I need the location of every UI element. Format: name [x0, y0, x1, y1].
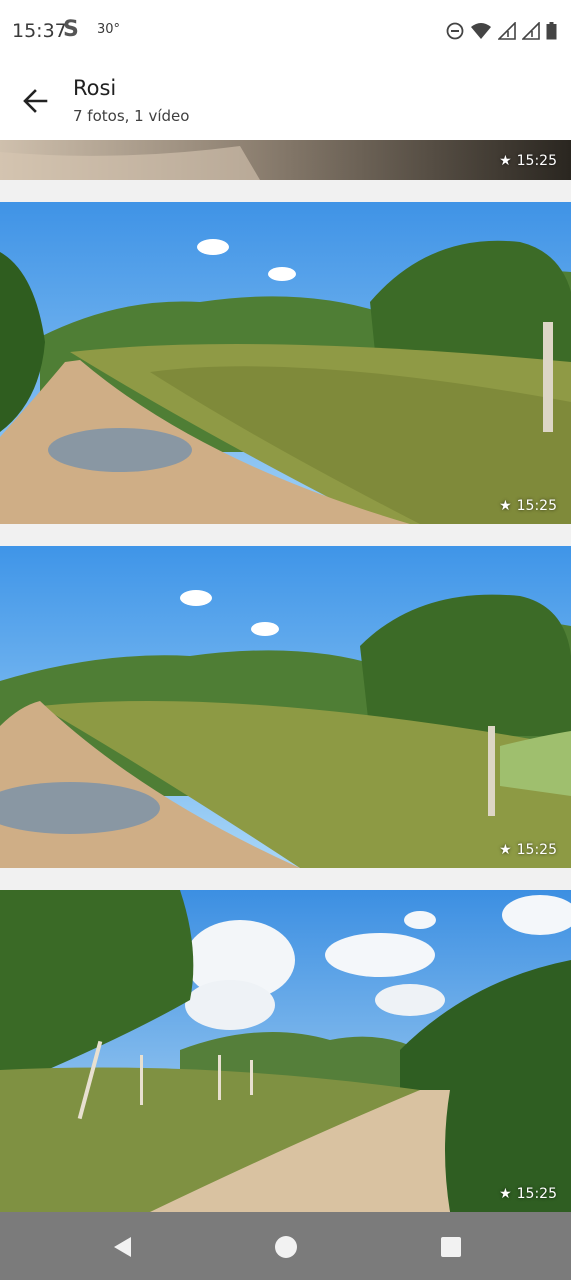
photo-thumbnail [0, 202, 571, 524]
album-subtitle: 7 fotos, 1 vídeo [73, 107, 190, 125]
app-notification-icon: S [63, 17, 79, 42]
status-time: 15:37 [12, 20, 67, 42]
photo-timestamp: ★ 15:25 [499, 153, 557, 169]
signal-icon [498, 22, 516, 40]
photo-gallery: ★ 15:25 ★ 15:25 ★ 15:25 ★ 15:25 [0, 140, 571, 1212]
do-not-disturb-icon [446, 22, 464, 40]
wifi-icon [471, 23, 491, 39]
photo-item[interactable]: ★ 15:25 [0, 546, 571, 868]
album-title: Rosi [73, 76, 117, 100]
recents-square-icon[interactable] [438, 1234, 464, 1260]
back-triangle-icon[interactable] [110, 1234, 136, 1260]
signal-icon [522, 22, 540, 40]
photo-timestamp: ★ 15:25 [499, 1186, 557, 1202]
star-icon: ★ [499, 1186, 512, 1202]
photo-timestamp: ★ 15:25 [499, 842, 557, 858]
system-nav-bar [0, 1212, 571, 1280]
app-bar: Rosi 7 fotos, 1 vídeo [0, 62, 571, 140]
photo-item[interactable]: ★ 15:25 [0, 890, 571, 1212]
photo-time-label: 15:25 [516, 153, 557, 169]
star-icon: ★ [499, 153, 512, 169]
photo-thumbnail [0, 890, 571, 1212]
status-bar: 15:37 S 30° [0, 0, 571, 62]
photo-time-label: 15:25 [516, 498, 557, 514]
battery-icon [546, 22, 557, 40]
home-circle-icon[interactable] [273, 1234, 299, 1260]
photo-item[interactable]: ★ 15:25 [0, 202, 571, 524]
photo-item[interactable]: ★ 15:25 [0, 140, 571, 180]
star-icon: ★ [499, 498, 512, 514]
photo-time-label: 15:25 [516, 1186, 557, 1202]
status-icons [446, 20, 557, 42]
temperature-icon: 30° [97, 22, 121, 37]
arrow-back-icon[interactable] [18, 84, 52, 118]
star-icon: ★ [499, 842, 512, 858]
photo-time-label: 15:25 [516, 842, 557, 858]
photo-thumbnail [0, 546, 571, 868]
photo-timestamp: ★ 15:25 [499, 498, 557, 514]
photo-thumbnail [0, 140, 571, 180]
